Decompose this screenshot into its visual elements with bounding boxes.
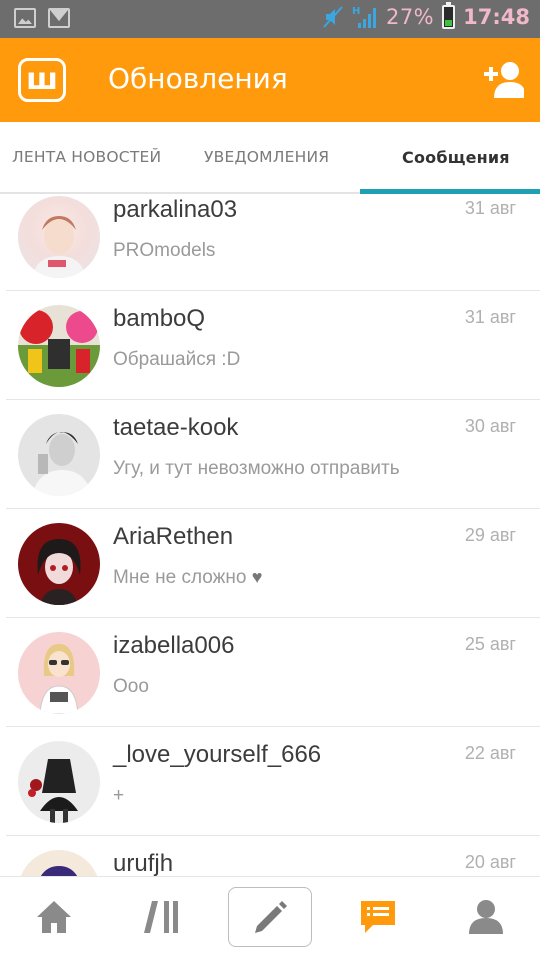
conversation-preview: Ооо (113, 676, 149, 697)
clock: 17:48 (463, 5, 530, 29)
feed-icon (144, 901, 178, 933)
conversation-row[interactable]: parkalina03 31 авг PROmodels (6, 196, 540, 291)
nav-profile-button[interactable] (444, 887, 528, 947)
svg-text:H: H (352, 6, 360, 17)
conversation-row[interactable]: _love_yourself_666 22 авг + (6, 727, 540, 836)
avatar (18, 523, 100, 605)
avatar (18, 196, 100, 278)
conversation-row[interactable]: AriaRethen 29 авг Мне не сложно ♥ (6, 509, 540, 618)
conversation-username: AriaRethen (113, 523, 234, 550)
conversation-preview: PROmodels (113, 240, 216, 261)
avatar (18, 305, 100, 387)
conversation-username: urufjh (113, 850, 174, 876)
app-logo[interactable]: ш (18, 58, 66, 102)
preview-text: Мне не сложно (113, 567, 247, 588)
heart-icon: ♥ (251, 567, 263, 587)
conversation-row[interactable]: bamboQ 31 авг Обрашайся :D (6, 291, 540, 400)
active-tab-indicator (360, 189, 540, 194)
conversation-row[interactable]: izabella006 25 авг Ооо (6, 618, 540, 727)
tab-messages[interactable]: Сообщения (402, 148, 510, 167)
messages-icon (361, 901, 395, 933)
nav-messages-button[interactable] (336, 887, 420, 947)
battery-icon (442, 2, 456, 29)
conversation-date: 31 авг (464, 198, 516, 218)
battery-percent: 27% (385, 5, 435, 29)
avatar (18, 414, 100, 496)
avatar (18, 850, 100, 876)
conversation-row[interactable]: taetae-kook 30 авг Угу, и тут невозможно… (6, 400, 540, 509)
nav-feed-button[interactable] (120, 887, 204, 947)
conversation-date: 30 авг (464, 416, 516, 436)
home-icon (37, 901, 71, 933)
vibrate-off-icon (322, 5, 344, 29)
conversation-date: 22 авг (464, 743, 516, 763)
conversation-date: 25 авг (464, 634, 516, 654)
tab-bar: ЛЕНТА НОВОСТЕЙ УВЕДОМЛЕНИЯ Сообщения (0, 122, 540, 194)
conversation-username: parkalina03 (113, 196, 238, 223)
conversation-preview: Мне не сложно ♥ (113, 567, 262, 589)
logo-letter: ш (26, 62, 58, 97)
page-title: Обновления (108, 62, 288, 95)
tab-notifications[interactable]: УВЕДОМЛЕНИЯ (204, 148, 329, 166)
conversation-username: bamboQ (113, 305, 206, 332)
status-bar: H 27% 17:48 (0, 0, 540, 38)
conversation-username: taetae-kook (113, 414, 239, 441)
conversation-preview: Обрашайся :D (113, 349, 241, 370)
nav-home-button[interactable] (12, 887, 96, 947)
conversation-row[interactable]: urufjh 20 авг (6, 836, 540, 876)
avatar (18, 741, 100, 823)
conversation-preview: + (113, 785, 125, 806)
add-user-icon (484, 62, 526, 98)
conversation-username: izabella006 (113, 632, 235, 659)
signal-icon: H (352, 5, 378, 29)
conversation-preview: Угу, и тут невозможно отправить (113, 458, 400, 479)
conversation-username: _love_yourself_666 (113, 741, 322, 768)
conversation-list[interactable]: parkalina03 31 авг PROmodels bamboQ 31 а… (0, 196, 540, 876)
tab-news-feed[interactable]: ЛЕНТА НОВОСТЕЙ (12, 148, 161, 166)
add-user-button[interactable] (482, 60, 526, 100)
avatar (18, 632, 100, 714)
pencil-icon (255, 901, 287, 933)
conversation-date: 20 авг (464, 852, 516, 872)
bottom-nav (0, 876, 540, 960)
app-bar: ш Обновления (0, 38, 540, 122)
mail-icon (48, 8, 70, 28)
conversation-date: 31 авг (464, 307, 516, 327)
conversation-date: 29 авг (464, 525, 516, 545)
gallery-icon (14, 8, 36, 28)
profile-icon (469, 900, 503, 934)
nav-compose-button[interactable] (228, 887, 312, 947)
